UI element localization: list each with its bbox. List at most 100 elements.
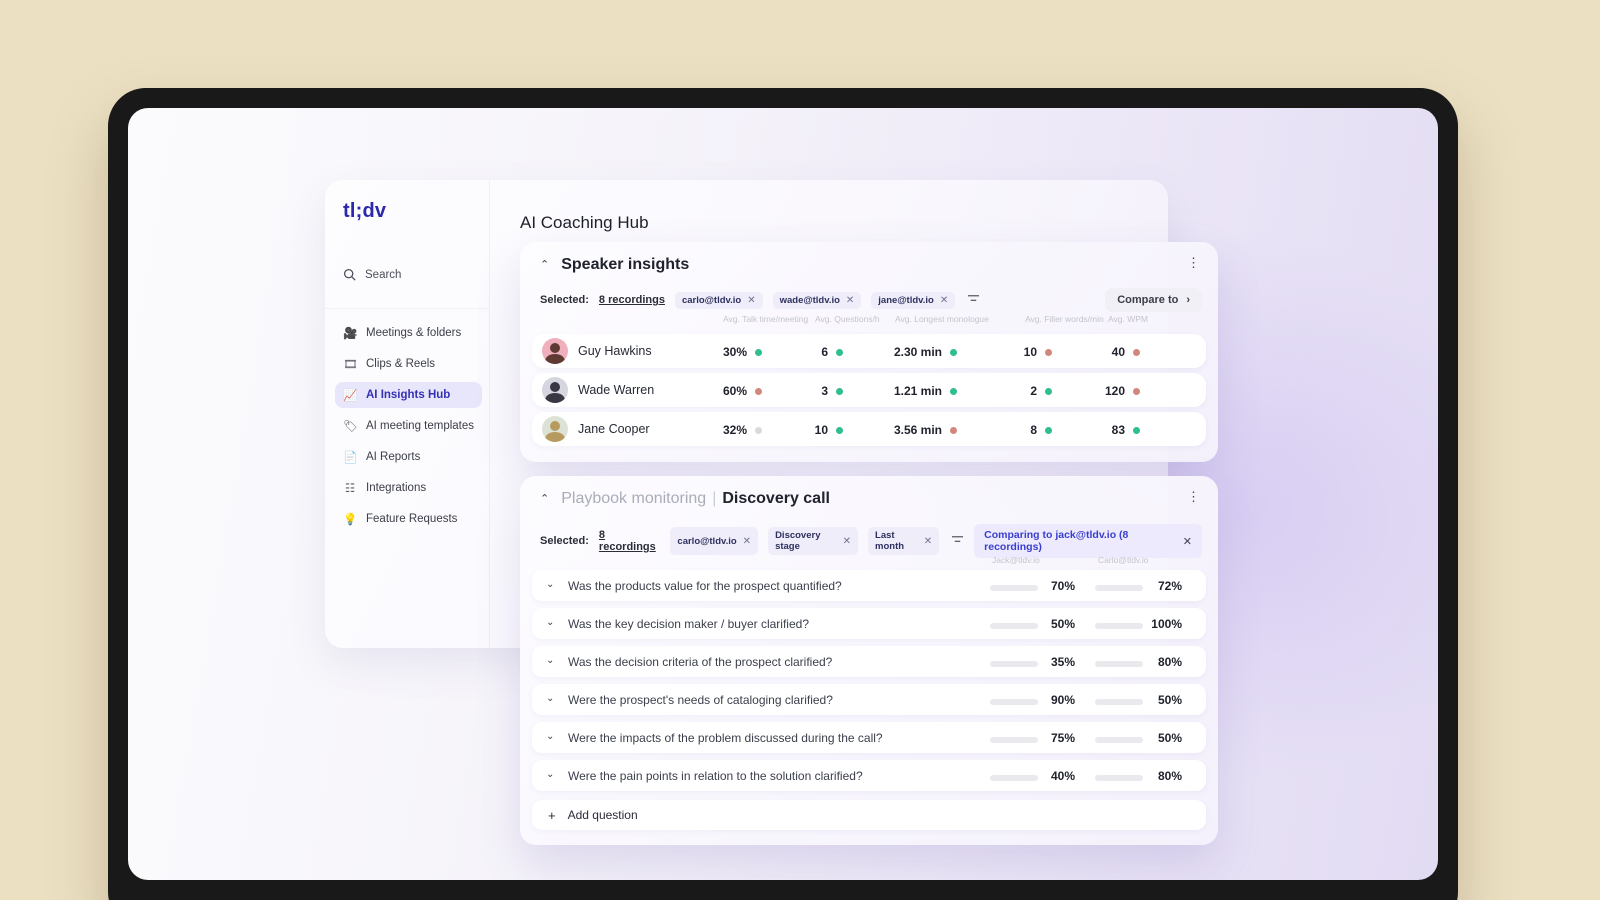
metric-cell: 32% (687, 423, 762, 437)
filter-chip[interactable]: jane@tldv.io ✕ (871, 291, 956, 309)
metric-cell: 6 (772, 345, 843, 359)
status-dot-green (1045, 426, 1052, 434)
close-icon[interactable]: ✕ (1183, 535, 1192, 548)
close-icon[interactable]: ✕ (846, 295, 854, 306)
filter-icon[interactable] (951, 534, 964, 548)
table-row[interactable]: Guy Hawkins 30% 6 2.30 min 10 40 (532, 334, 1206, 368)
metric-value: 6 (821, 345, 828, 359)
metric-cell: 3 (772, 384, 843, 398)
question-row[interactable]: ⌄ Was the decision criteria of the prospe… (532, 646, 1206, 677)
speaker-insights-title: Speaker insights (561, 256, 690, 273)
metric-cell: 40 (1072, 345, 1140, 359)
sidebar-item-ai-reports[interactable]: 📄 AI Reports (335, 444, 482, 470)
sidebar-item-ai-insights-hub[interactable]: 📈 AI Insights Hub (335, 382, 482, 408)
score-cell: 50% (1095, 731, 1182, 745)
selected-recordings-link[interactable]: 8 recordings (599, 294, 665, 306)
chevron-down-icon[interactable]: ⌄ (546, 617, 554, 628)
score-cell: 80% (1095, 769, 1182, 783)
speaker-insights-header: ⌃ Speaker insights (540, 256, 689, 274)
metric-cell: 83 (1072, 423, 1140, 437)
playbook-title: Playbook monitoring | Discovery call (561, 490, 830, 508)
title-pipe: | (712, 490, 717, 507)
table-row[interactable]: Wade Warren 60% 3 1.21 min 2 120 (532, 373, 1206, 407)
sidebar-item-integrations[interactable]: ☷ Integrations (335, 475, 482, 501)
playbook-rows: ⌄ Was the products value for the prospect… (532, 570, 1206, 791)
status-dot-green (950, 387, 957, 395)
chevron-down-icon[interactable]: ⌄ (546, 693, 554, 704)
question-row[interactable]: ⌄ Were the prospect's needs of cataloging… (532, 684, 1206, 715)
sidebar-item-clips-reels[interactable]: 🎞 Clips & Reels (335, 351, 482, 377)
search-label: Search (365, 268, 402, 281)
status-dot-red (755, 387, 762, 395)
search-button[interactable]: Search (343, 268, 401, 281)
avatar-head (550, 421, 560, 431)
chevron-down-icon[interactable]: ⌄ (546, 655, 554, 666)
score-value: 80% (1157, 769, 1182, 783)
close-icon[interactable]: ✕ (747, 295, 755, 306)
collapse-chevron-up-icon[interactable]: ⌃ (540, 493, 549, 505)
chevron-right-icon: › (1186, 294, 1190, 306)
add-question-button[interactable]: + Add question (532, 800, 1206, 830)
selected-recordings-link[interactable]: 8 recordings (599, 529, 661, 553)
question-row[interactable]: ⌄ Was the products value for the prospect… (532, 570, 1206, 601)
status-dot-green (950, 348, 957, 356)
sidebar-item-meetings-folders[interactable]: 🎥 Meetings & folders (335, 320, 482, 346)
score-value: 50% (1157, 731, 1182, 745)
collapse-chevron-up-icon[interactable]: ⌃ (540, 259, 549, 271)
column-header: Avg. Longest monologue (895, 314, 989, 324)
filter-chip[interactable]: wade@tldv.io ✕ (772, 291, 862, 309)
chip-label: jane@tldv.io (878, 294, 934, 306)
sidebar-item-label: AI meeting templates (366, 420, 475, 432)
column-header: Carlo@tldv.io (1098, 555, 1149, 565)
table-row[interactable]: Jane Cooper 32% 10 3.56 min 8 83 (532, 412, 1206, 446)
sidebar-item-label: Feature Requests (366, 513, 458, 525)
comparing-to-chip[interactable]: Comparing to jack@tldv.io (8 recordings)… (974, 524, 1202, 558)
filter-chip[interactable]: Discovery stage ✕ (768, 527, 859, 555)
chevron-down-icon[interactable]: ⌄ (546, 579, 554, 590)
filter-chip[interactable]: carlo@tldv.io ✕ (670, 527, 759, 555)
avatar (542, 416, 568, 442)
chip-label: Discovery stage (775, 530, 821, 552)
trend-chart-icon: 📈 (343, 390, 358, 402)
kebab-menu-icon[interactable]: ⋮ (1187, 255, 1200, 270)
close-icon[interactable]: ✕ (743, 536, 751, 547)
metric-value: 30% (722, 345, 747, 359)
metric-cell: 2.30 min (862, 345, 957, 359)
metric-value: 2.30 min (893, 345, 942, 359)
playbook-header: ⌃ Playbook monitoring | Discovery call (540, 490, 830, 508)
sidebar-item-label: Integrations (366, 482, 427, 494)
status-dot-red (1133, 348, 1140, 356)
score-cell: 70% (990, 579, 1075, 593)
chevron-down-icon[interactable]: ⌄ (546, 731, 554, 742)
compare-to-button[interactable]: Compare to › (1105, 288, 1202, 312)
score-value: 35% (1050, 655, 1075, 669)
kebab-menu-icon[interactable]: ⋮ (1187, 489, 1200, 504)
speaker-rows: Guy Hawkins 30% 6 2.30 min 10 40 Wade Warren 60… (532, 334, 1206, 446)
metric-value: 83 (1111, 423, 1125, 437)
question-row[interactable]: ⌄ Were the pain points in relation to the… (532, 760, 1206, 791)
sidebar-item-ai-meeting-templates[interactable]: 🏷 AI meeting templates (335, 413, 482, 439)
column-header: Avg. WPM (1108, 314, 1148, 324)
avatar-body (545, 354, 565, 364)
avatar (542, 338, 568, 364)
score-cell: 100% (1095, 617, 1182, 631)
close-icon[interactable]: ✕ (924, 536, 932, 547)
lightbulb-icon: 💡 (343, 514, 358, 526)
close-icon[interactable]: ✕ (843, 536, 851, 547)
filter-chip[interactable]: Last month ✕ (868, 527, 940, 555)
close-icon[interactable]: ✕ (940, 295, 948, 306)
question-row[interactable]: ⌄ Were the impacts of the problem discuss… (532, 722, 1206, 753)
chip-label: Last month (875, 530, 905, 552)
progress-bar (1095, 736, 1143, 743)
question-row[interactable]: ⌄ Was the key decision maker / buyer clar… (532, 608, 1206, 639)
score-value: 72% (1157, 579, 1182, 593)
clapperboard-icon: 🎞 (343, 359, 358, 371)
filter-icon[interactable] (967, 293, 980, 307)
sidebar-item-feature-requests[interactable]: 💡 Feature Requests (335, 506, 482, 532)
chevron-down-icon[interactable]: ⌄ (546, 769, 554, 780)
score-value: 80% (1157, 655, 1182, 669)
score-cell: 50% (990, 617, 1075, 631)
score-value: 50% (1050, 617, 1075, 631)
sidebar-item-label: AI Reports (366, 451, 421, 463)
filter-chip[interactable]: carlo@tldv.io ✕ (674, 291, 763, 309)
